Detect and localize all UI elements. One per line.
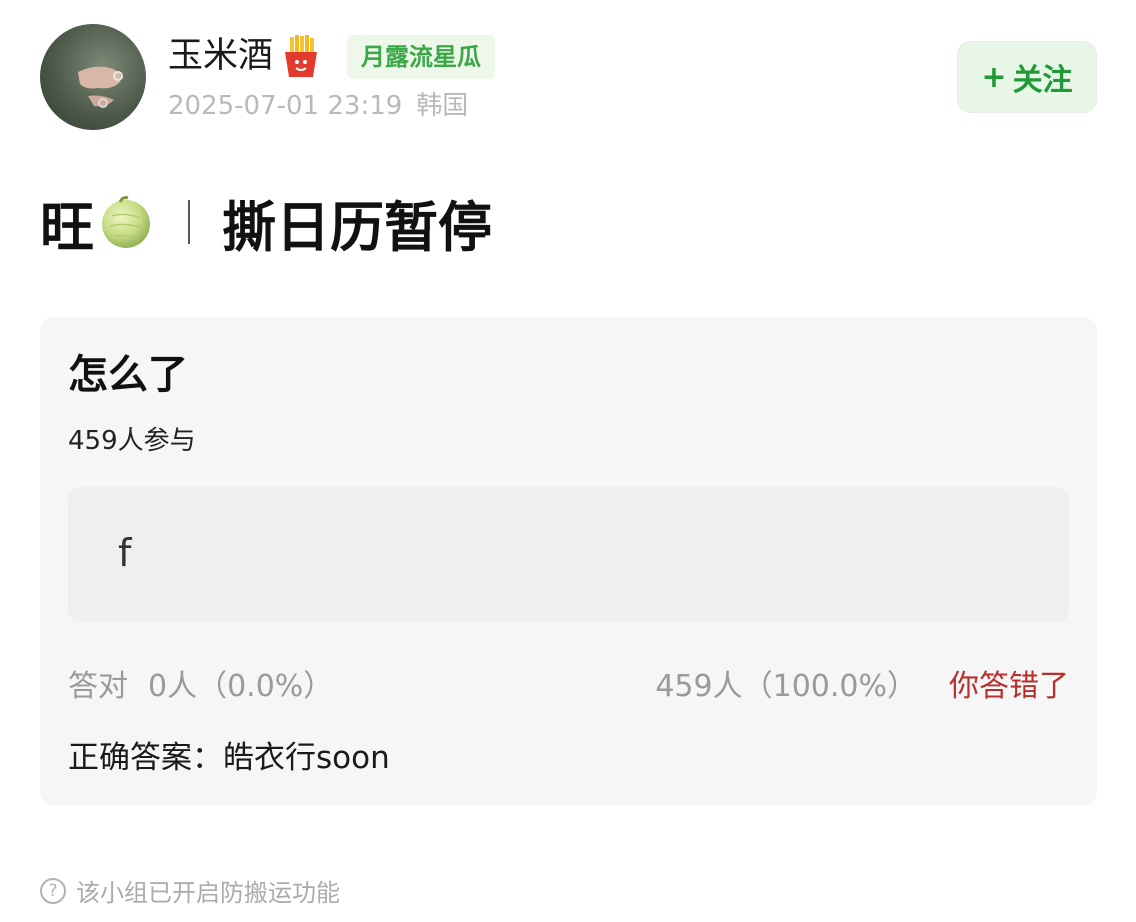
username[interactable]: 玉米酒 — [168, 34, 321, 78]
correct-label: 答对 — [68, 669, 128, 704]
correct-answer: 正确答案：皓衣行soon — [68, 740, 390, 776]
quiz-question: 怎么了 — [68, 352, 188, 398]
result-label: 你答错了 — [949, 669, 1069, 704]
username-text[interactable]: 玉米酒 — [168, 34, 273, 78]
selected-count: 459人（100.0%） — [655, 669, 917, 704]
timestamp: 2025-07-01 23:19 — [168, 91, 403, 121]
anti-repost-note: ? 该小组已开启防搬运功能 — [40, 873, 340, 908]
location: 韩国 — [416, 91, 469, 121]
selected-stats: 459人（100.0%） 你答错了 — [655, 667, 1069, 707]
title-main: 撕日历暂停 — [222, 195, 492, 259]
participant-count: 459人参与 — [68, 426, 196, 456]
avatar-image — [78, 66, 123, 108]
follow-label: 关注 — [1012, 63, 1073, 98]
correct-stats: 答对 0人（0.0%） — [68, 667, 333, 707]
avatar[interactable] — [40, 24, 146, 130]
quiz-option-text: f — [118, 531, 132, 575]
post-title: 旺 撕日历暂停 — [40, 190, 492, 259]
post-page: 玉米酒 月露流星瓜 2025-07-01 23:19 韩国 + 关注 旺 撕日历… — [0, 0, 1136, 922]
fries-emoji-icon — [285, 35, 318, 77]
help-icon[interactable]: ? — [40, 877, 66, 904]
plus-icon: + — [981, 59, 1007, 95]
title-prefix: 旺 — [40, 195, 94, 259]
melon-icon — [102, 196, 150, 248]
post-meta: 2025-07-01 23:19 韩国 — [168, 88, 468, 124]
title-separator — [188, 200, 190, 244]
correct-count: 0人（0.0%） — [148, 669, 334, 704]
quiz-option[interactable]: f — [68, 487, 1069, 622]
follow-button[interactable]: + 关注 — [957, 41, 1097, 113]
anti-repost-text: 该小组已开启防搬运功能 — [76, 879, 340, 907]
quiz-card: 怎么了 459人参与 f 答对 0人（0.0%） 459人（100.0%） 你答错… — [40, 317, 1097, 806]
group-badge[interactable]: 月露流星瓜 — [347, 35, 495, 79]
